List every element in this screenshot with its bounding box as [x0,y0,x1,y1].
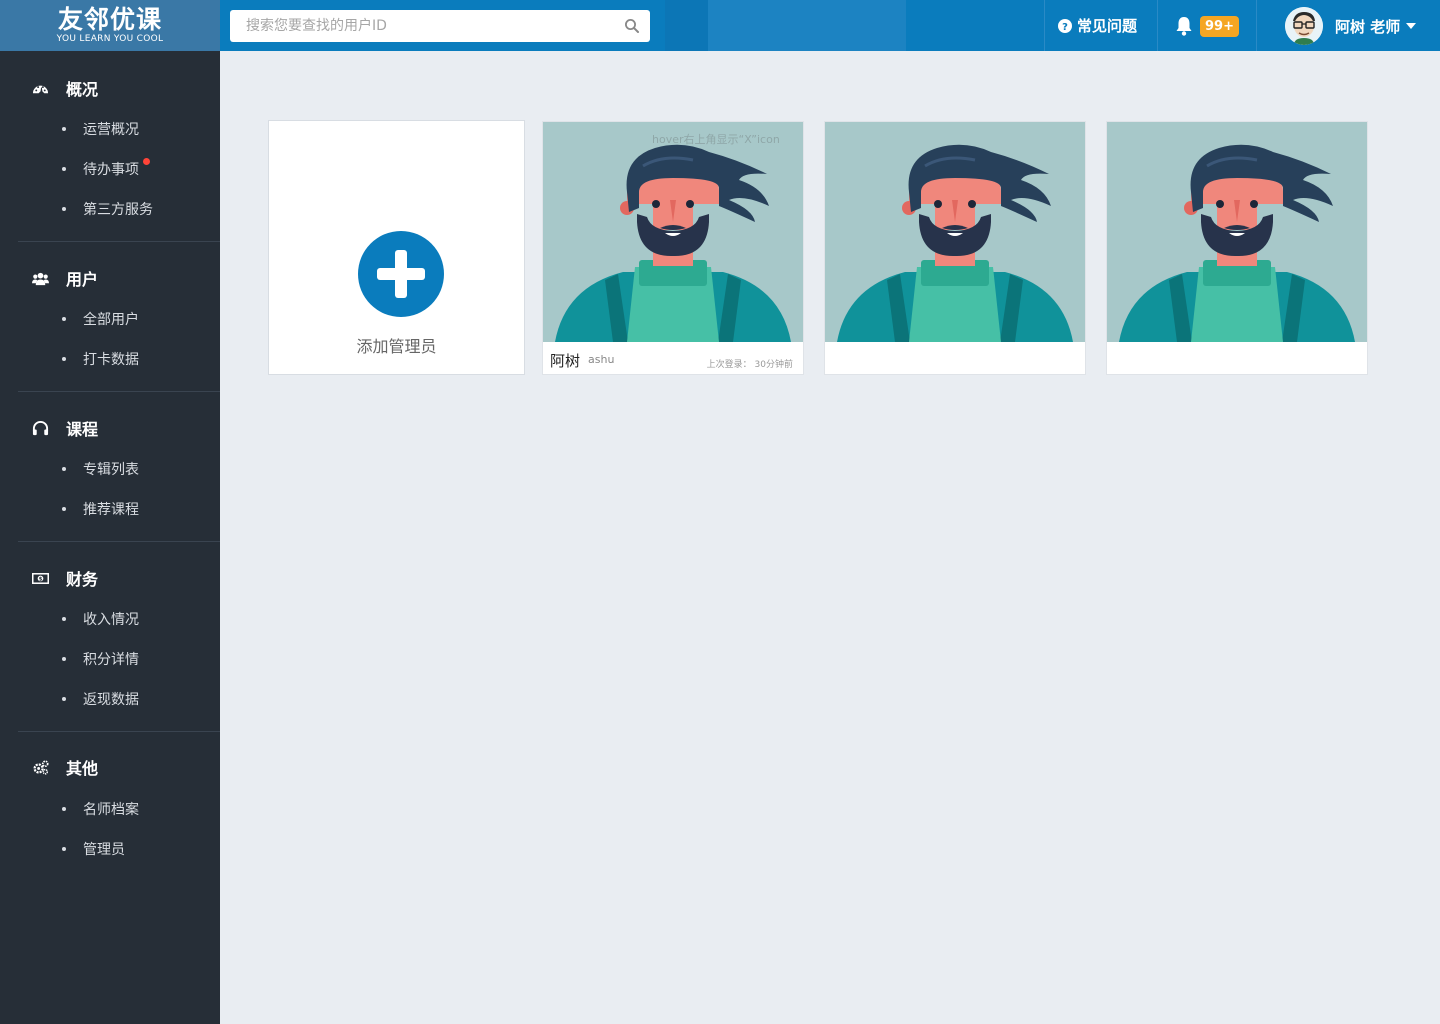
admin-card[interactable] [1106,121,1368,375]
bullet-icon [62,617,66,621]
sidebar-item-label: 积分详情 [83,652,139,668]
sidebar-item-label: 推荐课程 [83,502,139,518]
sidebar-divider [18,731,220,732]
money-icon: $ [32,572,49,584]
admin-portrait [1107,122,1367,342]
admin-photo [1107,122,1367,342]
svg-text:$: $ [39,576,43,582]
bullet-icon [62,207,66,211]
admin-id: ashu [588,353,615,366]
logo-tagline: YOU LEARN YOU COOL [56,34,164,44]
search-icon[interactable] [624,18,640,34]
sidebar-item-recommended[interactable]: 推荐课程 [62,497,139,521]
sidebar-head-overview[interactable]: 概况 [0,70,220,106]
bullet-icon [62,167,66,171]
sidebar-head-label: 其他 [66,759,99,778]
dashboard-icon [32,85,49,93]
add-admin-card[interactable]: 添加管理员 [268,120,525,375]
brand-logo[interactable]: 友邻优课 YOU LEARN YOU COOL [0,0,220,51]
bullet-icon [62,317,66,321]
sidebar-head-label: 财务 [66,570,99,589]
bullet-icon [62,807,66,811]
svg-text:?: ? [1062,22,1068,33]
admin-name: 阿树 [550,352,581,370]
headphones-icon [32,420,49,435]
bullet-icon [62,127,66,131]
notification-badge[interactable]: 99+ [1200,16,1239,37]
sidebar-item-label: 全部用户 [83,312,139,328]
bullet-icon [62,467,66,471]
admin-card[interactable] [824,121,1086,375]
question-circle-icon: ? [1058,18,1072,33]
user-menu[interactable]: 阿树 老师 [1285,7,1417,45]
sidebar-item-operations[interactable]: 运营概况 [62,117,139,141]
search-box [230,10,650,42]
last-login-time: 上次登录： 30分钟前 [706,360,793,370]
sidebar-head-users[interactable]: 用户 [0,260,220,296]
bullet-icon [62,507,66,511]
sidebar-item-label: 运营概况 [83,122,139,138]
sidebar-item-points[interactable]: 积分详情 [62,647,139,671]
sidebar-item-albums[interactable]: 专辑列表 [62,457,139,481]
admin-photo [825,122,1085,342]
sidebar-item-all-users[interactable]: 全部用户 [62,307,139,331]
faq-label: 常见问题 [1077,17,1138,35]
faq-link[interactable]: ? 常见问题 [1058,0,1137,51]
bullet-icon [62,357,66,361]
sidebar-item-label: 第三方服务 [83,202,153,218]
bullet-icon [62,847,66,851]
topbar-band [665,0,708,51]
unread-dot [143,158,150,165]
sidebar-item-label: 名师档案 [83,802,139,818]
admin-portrait [825,122,1085,342]
sidebar-item-third-party[interactable]: 第三方服务 [62,197,153,221]
sidebar-head-label: 用户 [66,270,99,289]
logo-text: 友邻优课 [57,5,162,34]
sidebar-head-courses[interactable]: 课程 [0,410,220,446]
add-admin-label: 添加管理员 [356,337,437,356]
topbar-divider [1157,0,1158,51]
sidebar-item-checkin-data[interactable]: 打卡数据 [62,347,139,371]
plus-circle-icon [358,231,444,317]
bullet-icon [62,697,66,701]
bullet-icon [62,657,66,661]
sidebar-head-other[interactable]: 其他 [0,749,220,785]
cogs-icon [33,759,49,775]
sidebar-item-administrators[interactable]: 管理员 [62,837,125,861]
hover-annotation: hover右上角显示“X”icon [652,133,780,146]
sidebar-item-label: 专辑列表 [83,462,139,478]
sidebar-item-label: 打卡数据 [83,352,139,368]
sidebar-item-teacher-profiles[interactable]: 名师档案 [62,797,139,821]
admin-photo [543,122,803,342]
sidebar-item-income[interactable]: 收入情况 [62,607,139,631]
sidebar-item-todo[interactable]: 待办事项 [62,157,139,181]
search-input[interactable] [230,10,620,42]
user-name: 阿树 老师 [1335,17,1401,36]
users-icon [32,272,49,285]
topbar-divider [1256,0,1257,51]
sidebar-head-finance[interactable]: $ 财务 [0,560,220,596]
sidebar-item-cashback[interactable]: 返现数据 [62,687,139,711]
bell-icon[interactable] [1174,15,1194,37]
topbar-band [708,0,906,51]
sidebar-item-label: 收入情况 [83,612,139,628]
sidebar-item-label: 返现数据 [83,692,139,708]
sidebar-divider [18,391,220,392]
sidebar-item-label: 待办事项 [83,162,139,178]
admin-portrait [543,122,803,342]
sidebar-divider [18,241,220,242]
topbar-divider [1044,0,1045,51]
sidebar: 概况 运营概况 待办事项 第三方服务 用户 全部用户 打卡数据 课程 专辑列表 … [0,51,220,1024]
sidebar-divider [18,541,220,542]
sidebar-item-label: 管理员 [83,842,125,858]
top-bar: 友邻优课 YOU LEARN YOU COOL ? 常见问题 99+ [0,0,1440,51]
sidebar-head-label: 概况 [66,80,99,99]
sidebar-head-label: 课程 [66,420,99,439]
chevron-down-icon [1406,23,1417,29]
avatar [1285,7,1323,45]
admin-card[interactable]: 阿树 ashu 上次登录： 30分钟前 [542,121,804,375]
